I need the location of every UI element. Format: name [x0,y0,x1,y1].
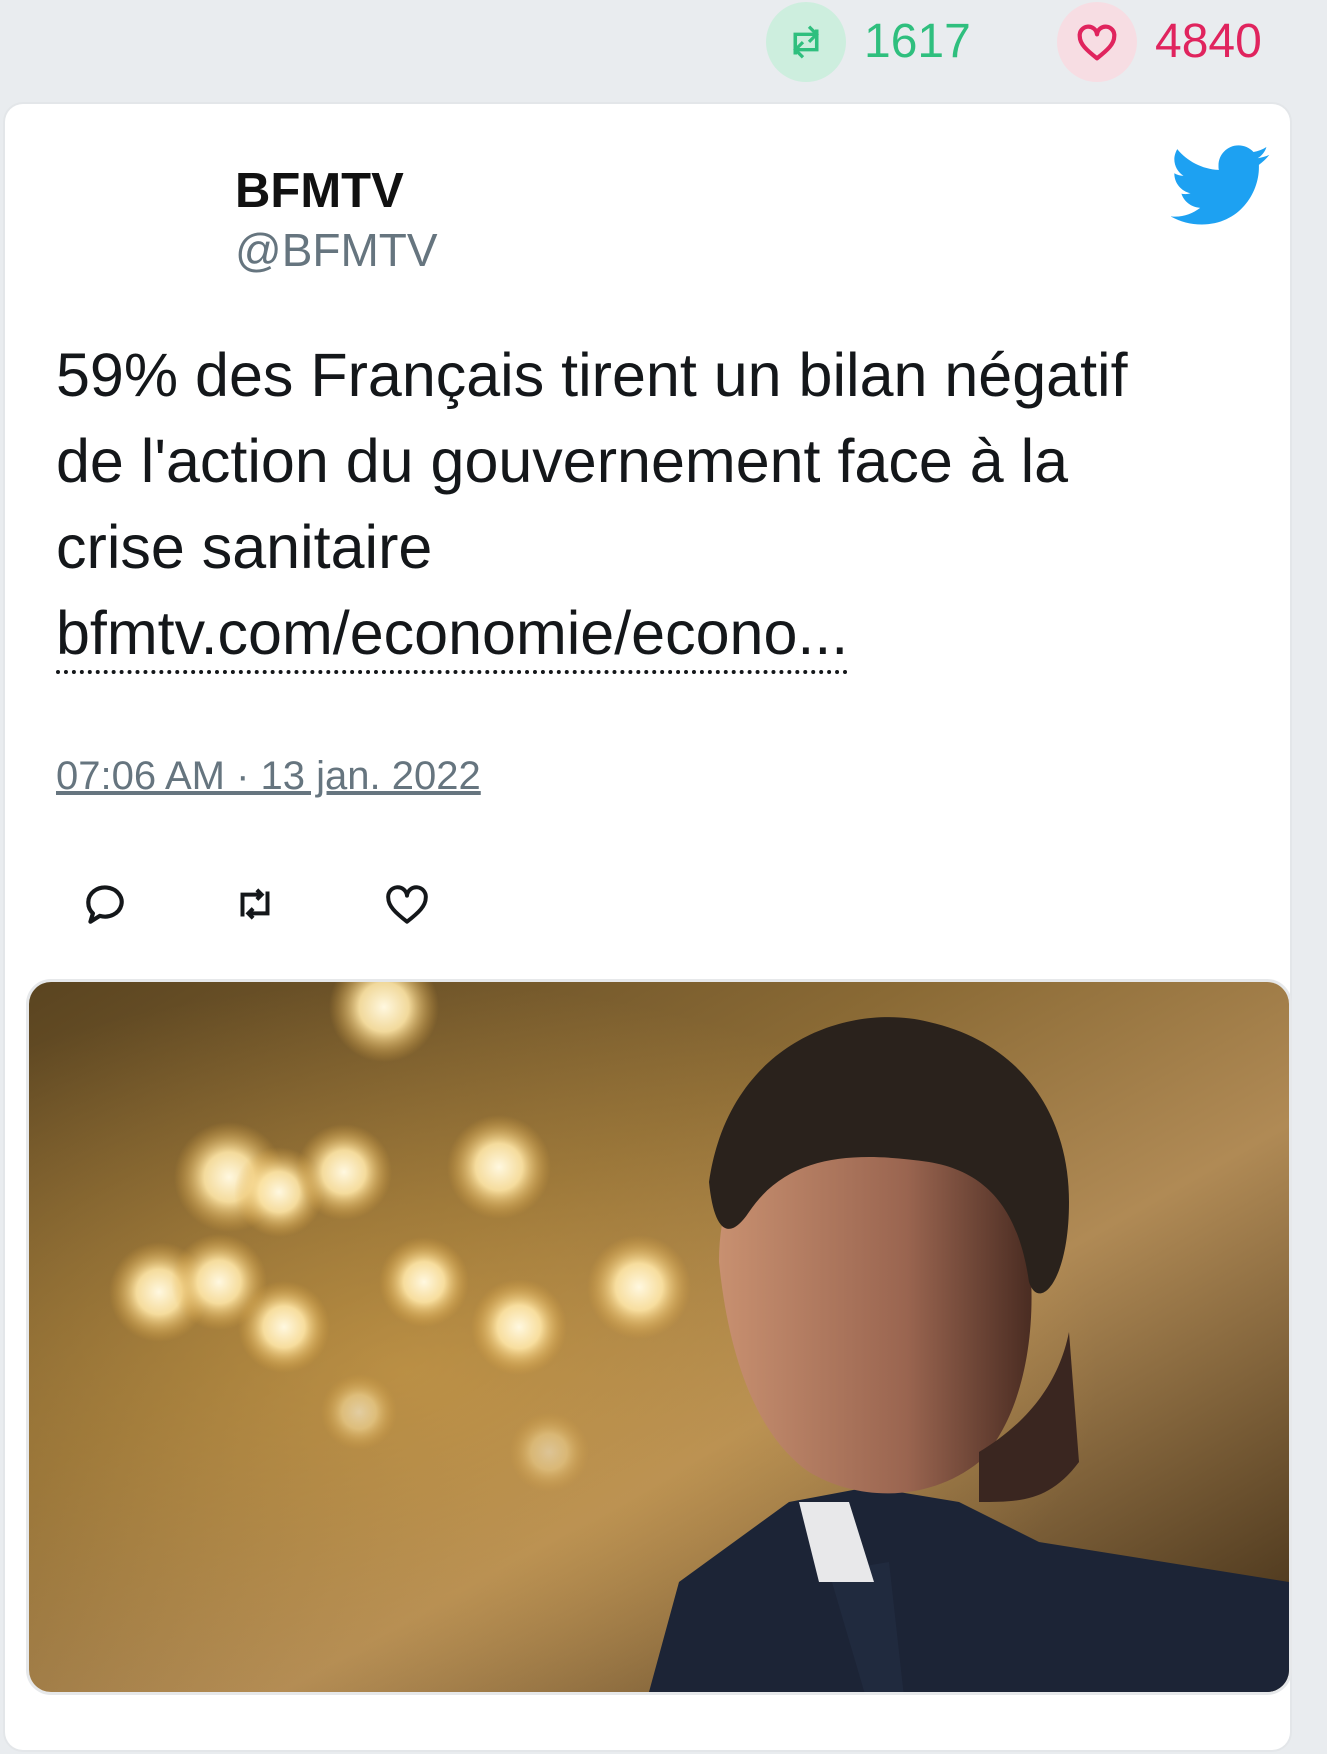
retweet-icon[interactable] [225,874,285,934]
author-block[interactable]: BFMTV @BFMTV [235,162,438,278]
tweet-stats-bar: 1617 4840 [0,0,1327,100]
like-stat-icon [1057,2,1137,82]
tweet-timestamp[interactable]: 07:06 AM · 13 jan. 2022 [56,754,481,799]
tweet-card: BFMTV @BFMTV 59% des Français tirent un … [5,104,1290,1750]
tweet-media-image[interactable] [29,982,1289,1692]
twitter-bird-icon[interactable] [1170,144,1271,230]
tweet-text-line: crise sanitaire [56,513,433,581]
reply-icon[interactable] [75,874,135,934]
author-handle[interactable]: @BFMTV [235,223,438,278]
like-stat[interactable]: 4840 [1057,2,1262,82]
author-name[interactable]: BFMTV [235,162,438,221]
like-count: 4840 [1155,15,1262,68]
tweet-text-line: de l'action du gouvernement face à la [56,427,1069,495]
retweet-stat-icon [766,2,846,82]
like-icon[interactable] [377,874,437,934]
tweet-text-line: 59% des Français tirent un bilan négatif [56,341,1128,409]
retweet-stat[interactable]: 1617 [766,2,971,82]
retweet-count: 1617 [864,15,971,68]
tweet-text: 59% des Français tirent un bilan négatif… [56,332,1266,676]
tweet-link[interactable]: bfmtv.com/economie/econo... [56,596,849,674]
